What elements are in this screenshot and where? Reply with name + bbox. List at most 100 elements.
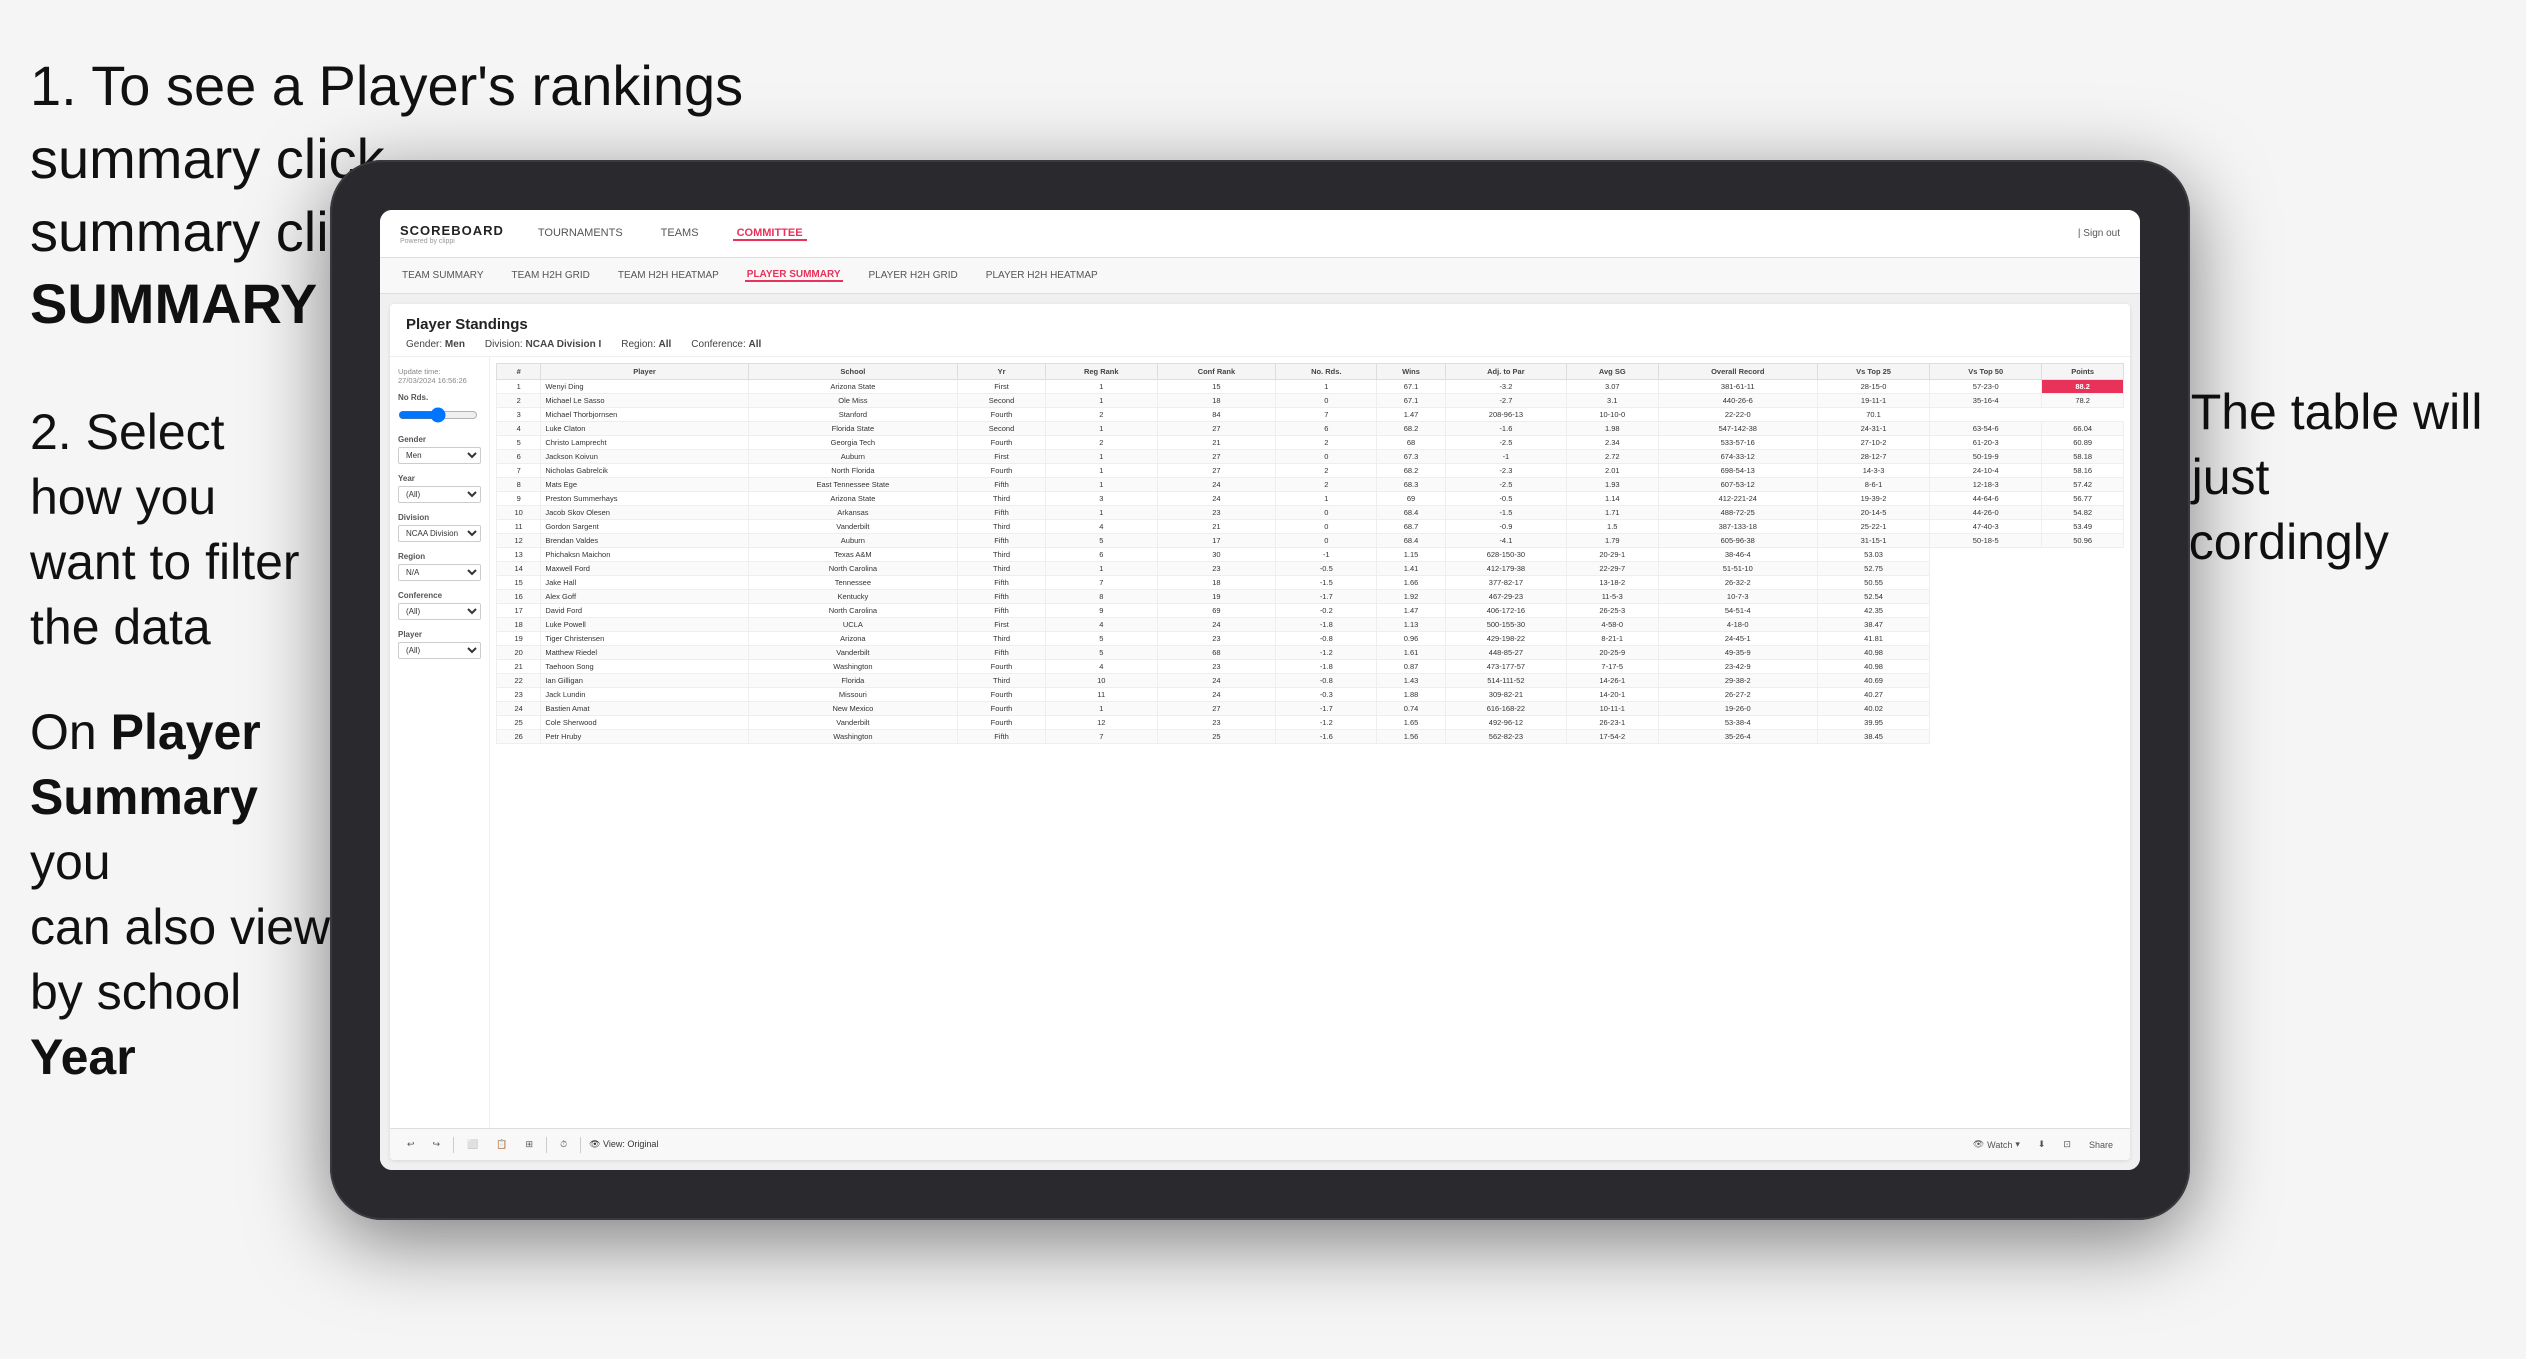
table-row: 15Jake HallTennesseeFifth718-1.51.66377-… [497, 576, 2124, 590]
table-row: 22Ian GilliganFloridaThird1024-0.81.4351… [497, 674, 2124, 688]
table-row: 19Tiger ChristensenArizonaThird523-0.80.… [497, 632, 2124, 646]
col-school: School [748, 364, 957, 380]
table-row: 8Mats EgeEast Tennessee StateFifth124268… [497, 478, 2124, 492]
gender-select[interactable]: Men [398, 447, 481, 464]
panel-filters: Gender: Men Division: NCAA Division I Re… [406, 339, 2114, 350]
table-row: 14Maxwell FordNorth CarolinaThird123-0.5… [497, 562, 2124, 576]
scoreboard-panel: Player Standings Gender: Men Division: N… [390, 304, 2130, 1160]
panel-title: Player Standings [406, 316, 2114, 333]
view-label: 👁 View: Original [589, 1139, 658, 1150]
grid-btn[interactable]: ⊞ [521, 1137, 539, 1152]
year-select[interactable]: (All) First Second Third Fourth Fifth [398, 486, 481, 503]
share-btn[interactable]: Share [2084, 1138, 2118, 1152]
sub-nav-team-h2h-grid[interactable]: TEAM H2H GRID [510, 270, 592, 281]
nav-right[interactable]: | Sign out [2078, 228, 2120, 239]
toolbar-sep-2 [546, 1137, 547, 1153]
nav-teams[interactable]: TEAMS [657, 227, 703, 241]
sub-nav-team-h2h-heatmap[interactable]: TEAM H2H HEATMAP [616, 270, 721, 281]
sub-nav-team-summary[interactable]: TEAM SUMMARY [400, 270, 486, 281]
download-btn[interactable]: ⬇ [2033, 1137, 2051, 1152]
table-row: 5Christo LamprechtGeorgia TechFourth2212… [497, 436, 2124, 450]
table-row: 16Alex GoffKentuckyFifth819-1.71.92467-2… [497, 590, 2124, 604]
division-label: Division [398, 513, 481, 522]
no-rds-slider[interactable] [398, 407, 478, 423]
sidebar-filters: Update time: 27/03/2024 16:56:26 No Rds.… [390, 357, 490, 1128]
player-table-body: 1Wenyi DingArizona StateFirst115167.1-3.… [497, 380, 2124, 744]
division-filter-group: Division NCAA Division I [398, 513, 481, 542]
conference-select[interactable]: (All) [398, 603, 481, 620]
toolbar-sep-3 [580, 1137, 581, 1153]
logo-text: SCOREBOARD [400, 223, 504, 238]
table-row: 3Michael ThorbjornsenStanfordFourth28471… [497, 408, 2124, 422]
table-row: 7Nicholas GabrelcikNorth FloridaFourth12… [497, 464, 2124, 478]
sub-nav-player-h2h-grid[interactable]: PLAYER H2H GRID [867, 270, 960, 281]
panel-body: Update time: 27/03/2024 16:56:26 No Rds.… [390, 357, 2130, 1128]
year-filter-group: Year (All) First Second Third Fourth Fif… [398, 474, 481, 503]
table-row: 18Luke PowellUCLAFirst424-1.81.13500-155… [497, 618, 2124, 632]
table-row: 1Wenyi DingArizona StateFirst115167.1-3.… [497, 380, 2124, 394]
copy-btn[interactable]: ⬜ [462, 1137, 483, 1152]
table-row: 21Taehoon SongWashingtonFourth423-1.80.8… [497, 660, 2124, 674]
col-rank: # [497, 364, 541, 380]
top-navbar: SCOREBOARD Powered by clippi TOURNAMENTS… [380, 210, 2140, 258]
no-rds-label: No Rds. [398, 393, 481, 402]
table-header-row: # Player School Yr Reg Rank Conf Rank No… [497, 364, 2124, 380]
region-select[interactable]: N/A [398, 564, 481, 581]
instruction-step2: 2. Select how you want to filter the dat… [0, 380, 350, 680]
year-label: Year [398, 474, 481, 483]
sub-nav-player-summary[interactable]: PLAYER SUMMARY [745, 269, 843, 282]
col-vs-top25: Vs Top 25 [1817, 364, 1929, 380]
nav-tournaments[interactable]: TOURNAMENTS [534, 227, 627, 241]
conference-filter-group: Conference (All) [398, 591, 481, 620]
undo-btn[interactable]: ↩ [402, 1137, 420, 1152]
table-row: 4Luke ClatonFlorida StateSecond127668.2-… [497, 422, 2124, 436]
gender-filter-group: Gender Men [398, 435, 481, 464]
col-wins: Wins [1377, 364, 1446, 380]
player-filter-group: Player (All) [398, 630, 481, 659]
table-row: 25Cole SherwoodVanderbiltFourth1223-1.21… [497, 716, 2124, 730]
nav-committee[interactable]: COMMITTEE [733, 227, 807, 241]
instruction-step2-bottom: On PlayerSummary youcan also viewby scho… [0, 680, 380, 1110]
player-label: Player [398, 630, 481, 639]
conference-filter: Conference: All [691, 339, 761, 350]
col-points: Points [2042, 364, 2124, 380]
sub-navbar: TEAM SUMMARY TEAM H2H GRID TEAM H2H HEAT… [380, 258, 2140, 294]
tablet-device: SCOREBOARD Powered by clippi TOURNAMENTS… [330, 160, 2190, 1220]
region-filter: Region: All [621, 339, 671, 350]
sub-nav-player-h2h-heatmap[interactable]: PLAYER H2H HEATMAP [984, 270, 1100, 281]
gender-label: Gender [398, 435, 481, 444]
gender-filter: Gender: Men [406, 339, 465, 350]
table-area: # Player School Yr Reg Rank Conf Rank No… [490, 357, 2130, 1128]
watch-btn[interactable]: 👁 Watch ▾ [1968, 1137, 2025, 1152]
region-label: Region [398, 552, 481, 561]
paste-btn[interactable]: 📋 [491, 1137, 512, 1152]
redo-btn[interactable]: ↪ [428, 1137, 446, 1152]
toolbar-sep-1 [453, 1137, 454, 1153]
panel-header: Player Standings Gender: Men Division: N… [390, 304, 2130, 357]
region-filter-group: Region N/A [398, 552, 481, 581]
table-row: 12Brendan ValdesAuburnFifth517068.4-4.11… [497, 534, 2124, 548]
col-reg-rank: Reg Rank [1046, 364, 1157, 380]
clock-btn[interactable]: ⏱ [555, 1137, 572, 1152]
table-row: 20Matthew RiedelVanderbiltFifth568-1.21.… [497, 646, 2124, 660]
col-conf-rank: Conf Rank [1157, 364, 1276, 380]
player-standings-table: # Player School Yr Reg Rank Conf Rank No… [496, 363, 2124, 744]
logo-sub: Powered by clippi [400, 238, 504, 245]
table-row: 13Phichaksn MaichonTexas A&MThird630-11.… [497, 548, 2124, 562]
col-no-rds: No. Rds. [1276, 364, 1377, 380]
col-player: Player [541, 364, 748, 380]
tablet-screen: SCOREBOARD Powered by clippi TOURNAMENTS… [380, 210, 2140, 1170]
division-select[interactable]: NCAA Division I [398, 525, 481, 542]
instruction-step3: 3. The table will adjust accordingly [2136, 380, 2516, 575]
table-row: 9Preston SummerhaysArizona StateThird324… [497, 492, 2124, 506]
table-row: 6Jackson KoivunAuburnFirst127067.3-12.72… [497, 450, 2124, 464]
table-row: 17David FordNorth CarolinaFifth969-0.21.… [497, 604, 2124, 618]
col-overall: Overall Record [1658, 364, 1817, 380]
player-select[interactable]: (All) [398, 642, 481, 659]
table-row: 10Jacob Skov OlesenArkansasFifth123068.4… [497, 506, 2124, 520]
logo-area: SCOREBOARD Powered by clippi [400, 223, 504, 245]
share-icon-btn[interactable]: ⊡ [2058, 1137, 2076, 1152]
col-vs-top50: Vs Top 50 [1930, 364, 2042, 380]
division-filter: Division: NCAA Division I [485, 339, 601, 350]
no-rds-filter-group: No Rds. [398, 393, 481, 425]
